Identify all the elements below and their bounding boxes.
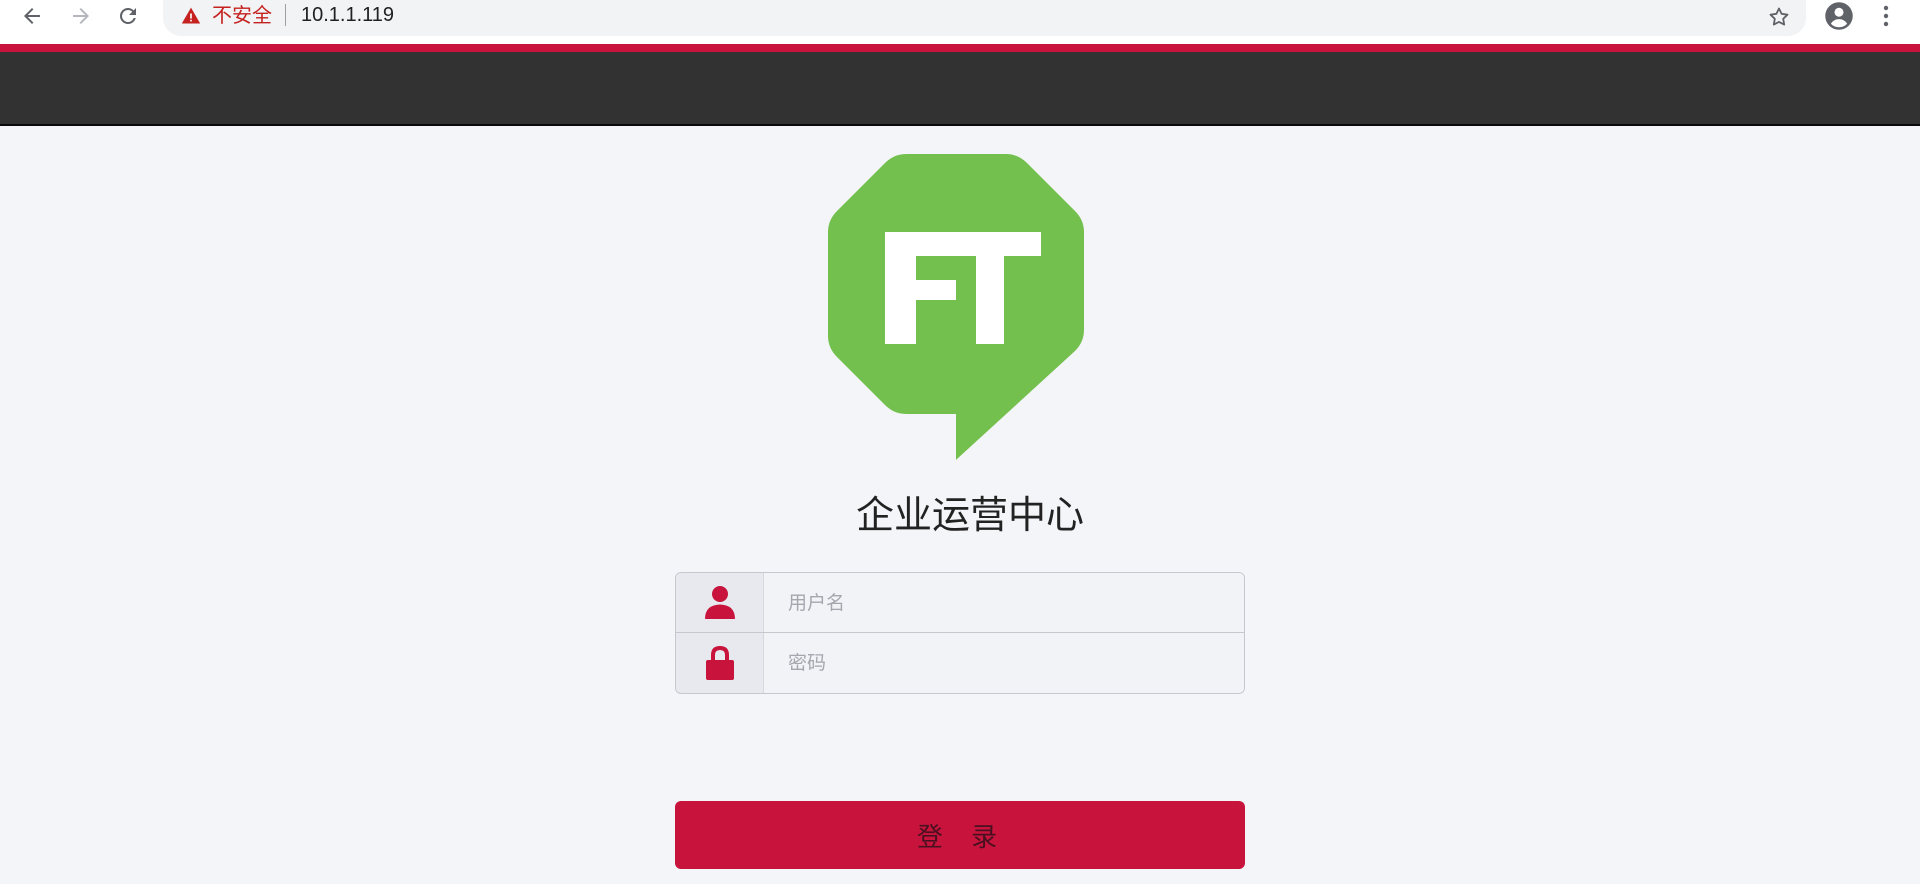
site-header <box>0 52 1920 126</box>
star-icon <box>1769 7 1789 26</box>
warning-icon[interactable] <box>181 6 201 26</box>
bookmark-button[interactable] <box>1765 3 1793 31</box>
login-form <box>675 572 1245 694</box>
forward-button[interactable] <box>67 2 95 30</box>
ft-logo-icon <box>828 154 1084 460</box>
account-icon <box>1825 2 1853 30</box>
back-icon <box>24 8 40 24</box>
back-button[interactable] <box>18 2 46 30</box>
forward-icon <box>73 8 89 24</box>
username-input[interactable] <box>764 573 1244 632</box>
browser-menu-button[interactable] <box>1874 0 1898 32</box>
url-text[interactable]: 10.1.1.119 <box>301 3 394 27</box>
profile-button[interactable] <box>1823 0 1855 32</box>
page-title: 企业运营中心 <box>855 493 1084 537</box>
password-row <box>676 633 1244 693</box>
header-accent-strip <box>0 44 1920 52</box>
login-button-label: 登 录 <box>916 822 1008 853</box>
password-addon <box>676 633 764 693</box>
user-icon <box>704 585 735 619</box>
password-input[interactable] <box>764 633 1244 693</box>
lock-icon <box>705 645 734 680</box>
browser-toolbar: 不安全 10.1.1.119 <box>0 0 1920 44</box>
reload-button[interactable] <box>114 2 142 30</box>
more-icon <box>1883 5 1889 27</box>
username-row <box>676 573 1244 633</box>
address-divider <box>285 4 286 26</box>
address-bar[interactable]: 不安全 10.1.1.119 <box>163 0 1806 36</box>
security-status-label[interactable]: 不安全 <box>212 3 272 27</box>
username-addon <box>676 573 764 632</box>
reload-icon <box>120 7 136 24</box>
login-button[interactable]: 登 录 <box>675 801 1245 869</box>
